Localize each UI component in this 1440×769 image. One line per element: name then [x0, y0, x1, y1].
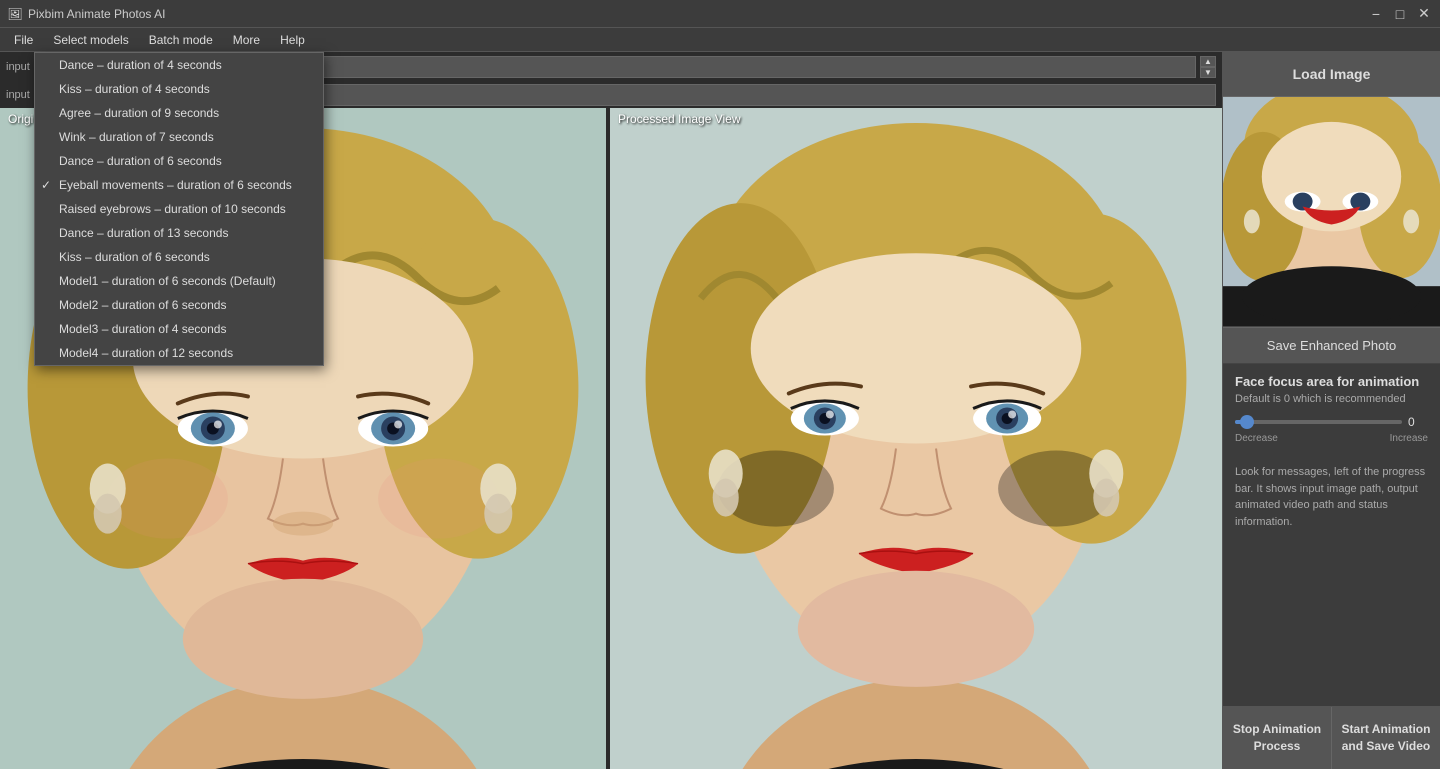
face-focus-slider-container: 0 — [1235, 415, 1428, 429]
title-bar-text: Pixbim Animate Photos AI — [28, 7, 165, 21]
path-scroll-buttons: ▲ ▼ — [1200, 56, 1216, 78]
menu-file[interactable]: File — [4, 31, 43, 49]
menu-bar: File Select models Batch mode More Help — [0, 28, 1440, 52]
menu-select-models[interactable]: Select models — [43, 31, 138, 49]
menu-batch-mode[interactable]: Batch mode — [139, 31, 223, 49]
dropdown-item-model2-6s[interactable]: Model2 – duration of 6 seconds — [35, 293, 323, 317]
stop-animation-button[interactable]: Stop Animation Process — [1223, 707, 1332, 769]
stop-button-label: Stop Animation Process — [1233, 722, 1321, 753]
thumbnail-svg — [1223, 97, 1440, 326]
dropdown-item-agree-9s[interactable]: Agree – duration of 9 seconds — [35, 101, 323, 125]
info-text: Look for messages, left of the progress … — [1235, 464, 1428, 530]
input-label: input — [6, 61, 30, 73]
slider-track[interactable] — [1235, 420, 1402, 424]
face-focus-title: Face focus area for animation — [1235, 374, 1428, 389]
processed-image-label: Processed Image View — [618, 112, 741, 126]
start-animation-button[interactable]: Start Animation and Save Video — [1332, 707, 1440, 769]
dropdown-item-model1-6s[interactable]: Model1 – duration of 6 seconds (Default) — [35, 269, 323, 293]
thumbnail-area — [1223, 97, 1440, 327]
processed-image-container: Processed Image View — [610, 108, 1222, 769]
scroll-up-button[interactable]: ▲ — [1200, 56, 1216, 67]
processed-face-svg — [610, 108, 1222, 769]
save-enhanced-button[interactable]: Save Enhanced Photo — [1223, 327, 1440, 364]
app-icon: 🖼 — [8, 7, 22, 21]
bottom-buttons: Stop Animation Process Start Animation a… — [1223, 706, 1440, 769]
output-label: input — [6, 89, 30, 101]
dropdown-item-kiss-4s[interactable]: Kiss – duration of 4 seconds — [35, 77, 323, 101]
slider-thumb[interactable] — [1240, 415, 1254, 429]
dropdown-item-model3-4s[interactable]: Model3 – duration of 4 seconds — [35, 317, 323, 341]
slider-value: 0 — [1408, 415, 1428, 429]
dropdown-item-model4-12s[interactable]: Model4 – duration of 12 seconds — [35, 341, 323, 365]
load-image-button[interactable]: Load Image — [1223, 52, 1440, 97]
menu-help[interactable]: Help — [270, 31, 315, 49]
face-focus-subtitle: Default is 0 which is recommended — [1235, 393, 1428, 405]
minimize-button[interactable]: − — [1368, 6, 1384, 22]
title-bar: 🖼 Pixbim Animate Photos AI − □ ✕ — [0, 0, 1440, 28]
dropdown-item-eyeball-6s[interactable]: Eyeball movements – duration of 6 second… — [35, 173, 323, 197]
slider-increase-label: Increase — [1390, 433, 1428, 444]
face-focus-section: Face focus area for animation Default is… — [1223, 364, 1440, 706]
dropdown-item-dance-13s[interactable]: Dance – duration of 13 seconds — [35, 221, 323, 245]
maximize-button[interactable]: □ — [1392, 6, 1408, 22]
menu-more[interactable]: More — [223, 31, 270, 49]
dropdown-item-dance-4s[interactable]: Dance – duration of 4 seconds — [35, 53, 323, 77]
dropdown-item-raised-eyebrows-10s[interactable]: Raised eyebrows – duration of 10 seconds — [35, 197, 323, 221]
right-sidebar: Load Image — [1222, 52, 1440, 769]
dropdown-item-kiss-6s[interactable]: Kiss – duration of 6 seconds — [35, 245, 323, 269]
scroll-down-button[interactable]: ▼ — [1200, 67, 1216, 78]
original-image-label: Origi — [8, 112, 33, 126]
dropdown-item-dance-6s[interactable]: Dance – duration of 6 seconds — [35, 149, 323, 173]
select-models-dropdown: Dance – duration of 4 seconds Kiss – dur… — [34, 52, 324, 366]
dropdown-item-wink-7s[interactable]: Wink – duration of 7 seconds — [35, 125, 323, 149]
slider-decrease-label: Decrease — [1235, 433, 1278, 444]
slider-labels: Decrease Increase — [1235, 433, 1428, 444]
start-button-label: Start Animation and Save Video — [1342, 722, 1431, 753]
close-button[interactable]: ✕ — [1416, 6, 1432, 22]
